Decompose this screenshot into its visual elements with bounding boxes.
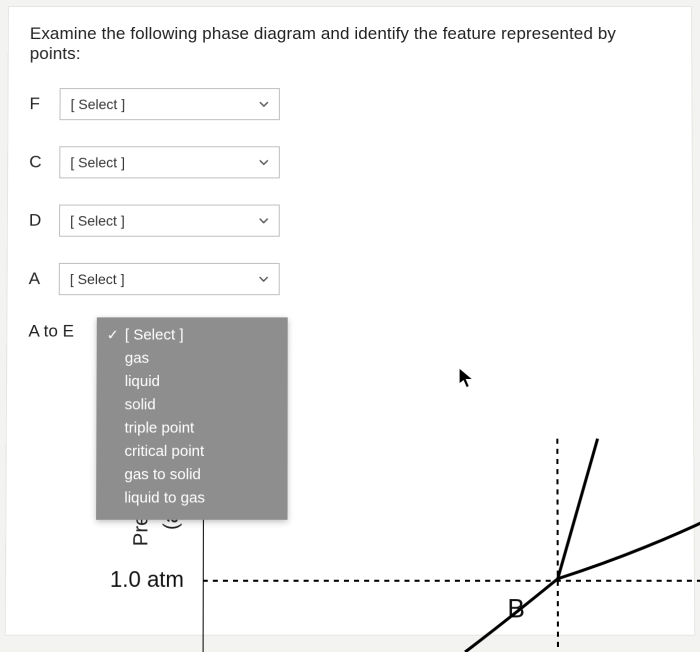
select-D[interactable]: [ Select ]	[59, 205, 280, 237]
dropdown-option[interactable]: gas	[105, 347, 270, 370]
row-A-to-E: A to E [ Select ]gasliquidsolidtriple po…	[28, 321, 671, 341]
select-F[interactable]: [ Select ]	[60, 88, 280, 120]
chevron-down-icon	[259, 274, 269, 284]
select-C-value: [ Select ]	[70, 154, 125, 170]
dropdown-option[interactable]: liquid to gas	[104, 486, 269, 509]
phase-diagram: Pres (at 1.0 atm B	[106, 510, 671, 652]
chevron-down-icon	[259, 99, 269, 109]
dropdown-option[interactable]: triple point	[104, 416, 269, 439]
row-label-AE: A to E	[28, 321, 74, 341]
row-label-F: F	[29, 94, 59, 114]
question-prompt: Examine the following phase diagram and …	[30, 24, 671, 64]
dropdown-option[interactable]: gas to solid	[104, 463, 269, 486]
row-label-A: A	[29, 269, 59, 289]
select-D-value: [ Select ]	[70, 213, 125, 229]
row-D: D [ Select ]	[29, 205, 671, 237]
select-A-value: [ Select ]	[70, 271, 125, 287]
select-F-value: [ Select ]	[71, 96, 126, 112]
row-label-D: D	[29, 211, 59, 231]
chevron-down-icon	[259, 157, 269, 167]
row-A: A [ Select ]	[29, 263, 672, 295]
select-A[interactable]: [ Select ]	[59, 263, 280, 295]
pressure-tick: 1.0 atm	[110, 567, 184, 593]
dropdown-option[interactable]: solid	[105, 393, 270, 416]
dropdown-option[interactable]: critical point	[104, 440, 269, 463]
row-C: C [ Select ]	[29, 146, 671, 178]
dropdown-option[interactable]: liquid	[105, 370, 270, 393]
dropdown-option[interactable]: [ Select ]	[105, 323, 270, 346]
cursor-icon	[459, 368, 473, 388]
worksheet-page: Examine the following phase diagram and …	[5, 6, 695, 636]
chevron-down-icon	[259, 216, 269, 226]
select-C[interactable]: [ Select ]	[59, 146, 280, 178]
row-F: F [ Select ]	[29, 88, 670, 120]
row-label-C: C	[29, 152, 59, 172]
select-AE-dropdown[interactable]: [ Select ]gasliquidsolidtriple pointcrit…	[96, 317, 288, 519]
